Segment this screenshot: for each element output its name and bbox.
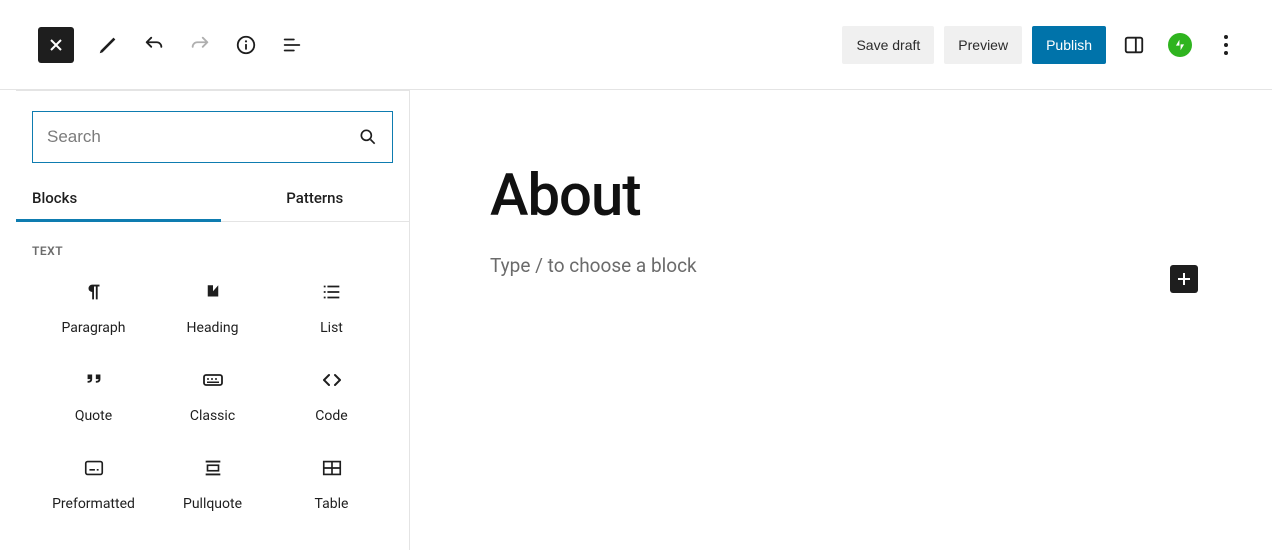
- block-inserter-sidebar: Blocks Patterns TEXT Paragraph Heading: [16, 90, 410, 550]
- redo-button[interactable]: [188, 33, 212, 57]
- block-code[interactable]: Code: [272, 366, 391, 424]
- kebab-icon: [1224, 35, 1228, 55]
- jetpack-icon: [1168, 33, 1192, 57]
- settings-panel-toggle[interactable]: [1116, 27, 1152, 63]
- quote-icon: [80, 366, 108, 394]
- paragraph-icon: [80, 278, 108, 306]
- publish-button[interactable]: Publish: [1032, 26, 1106, 64]
- sidebar-panel-icon: [1123, 34, 1145, 56]
- tab-patterns[interactable]: Patterns: [221, 177, 410, 222]
- editor-canvas: About Type / to choose a block: [410, 90, 1272, 550]
- block-grid: Paragraph Heading List Quote: [16, 266, 409, 512]
- undo-icon: [143, 34, 165, 56]
- block-label: Heading: [187, 320, 239, 336]
- block-label: Pullquote: [183, 496, 242, 512]
- info-icon: [235, 34, 257, 56]
- edit-button[interactable]: [96, 33, 120, 57]
- block-label: Classic: [190, 408, 235, 424]
- pencil-icon: [97, 34, 119, 56]
- redo-icon: [189, 34, 211, 56]
- block-label: Code: [315, 408, 347, 424]
- block-table[interactable]: Table: [272, 454, 391, 512]
- block-label: Table: [315, 496, 349, 512]
- top-toolbar: Save draft Preview Publish: [0, 0, 1272, 90]
- list-icon: [318, 278, 346, 306]
- block-label: Paragraph: [62, 320, 126, 336]
- search-icon: [358, 127, 378, 147]
- block-heading[interactable]: Heading: [153, 278, 272, 336]
- block-label: Quote: [75, 408, 112, 424]
- jetpack-button[interactable]: [1162, 27, 1198, 63]
- block-label: List: [320, 320, 343, 336]
- page-title[interactable]: About: [490, 162, 1202, 230]
- block-classic[interactable]: Classic: [153, 366, 272, 424]
- block-list[interactable]: List: [272, 278, 391, 336]
- toolbar-left: [38, 27, 304, 63]
- tab-blocks[interactable]: Blocks: [16, 177, 221, 222]
- undo-button[interactable]: [142, 33, 166, 57]
- preview-button[interactable]: Preview: [944, 26, 1022, 64]
- close-icon: [48, 37, 64, 53]
- code-icon: [318, 366, 346, 394]
- block-pullquote[interactable]: Pullquote: [153, 454, 272, 512]
- plus-icon: [1176, 271, 1192, 287]
- save-draft-button[interactable]: Save draft: [842, 26, 934, 64]
- outline-icon: [281, 34, 303, 56]
- preformatted-icon: [80, 454, 108, 482]
- close-button[interactable]: [38, 27, 74, 63]
- heading-icon: [199, 278, 227, 306]
- block-paragraph[interactable]: Paragraph: [34, 278, 153, 336]
- outline-button[interactable]: [280, 33, 304, 57]
- main-area: Blocks Patterns TEXT Paragraph Heading: [0, 90, 1272, 550]
- table-icon: [318, 454, 346, 482]
- add-block-button[interactable]: [1170, 265, 1198, 293]
- pullquote-icon: [199, 454, 227, 482]
- block-preformatted[interactable]: Preformatted: [34, 454, 153, 512]
- info-button[interactable]: [234, 33, 258, 57]
- search-input[interactable]: [47, 127, 358, 147]
- block-quote[interactable]: Quote: [34, 366, 153, 424]
- block-placeholder[interactable]: Type / to choose a block: [490, 254, 1202, 277]
- inserter-tabs: Blocks Patterns: [16, 177, 409, 222]
- search-field-wrap: [32, 111, 393, 163]
- category-label: TEXT: [16, 222, 409, 266]
- toolbar-right: Save draft Preview Publish: [842, 26, 1244, 64]
- classic-icon: [199, 366, 227, 394]
- more-menu-button[interactable]: [1208, 27, 1244, 63]
- block-label: Preformatted: [52, 496, 135, 512]
